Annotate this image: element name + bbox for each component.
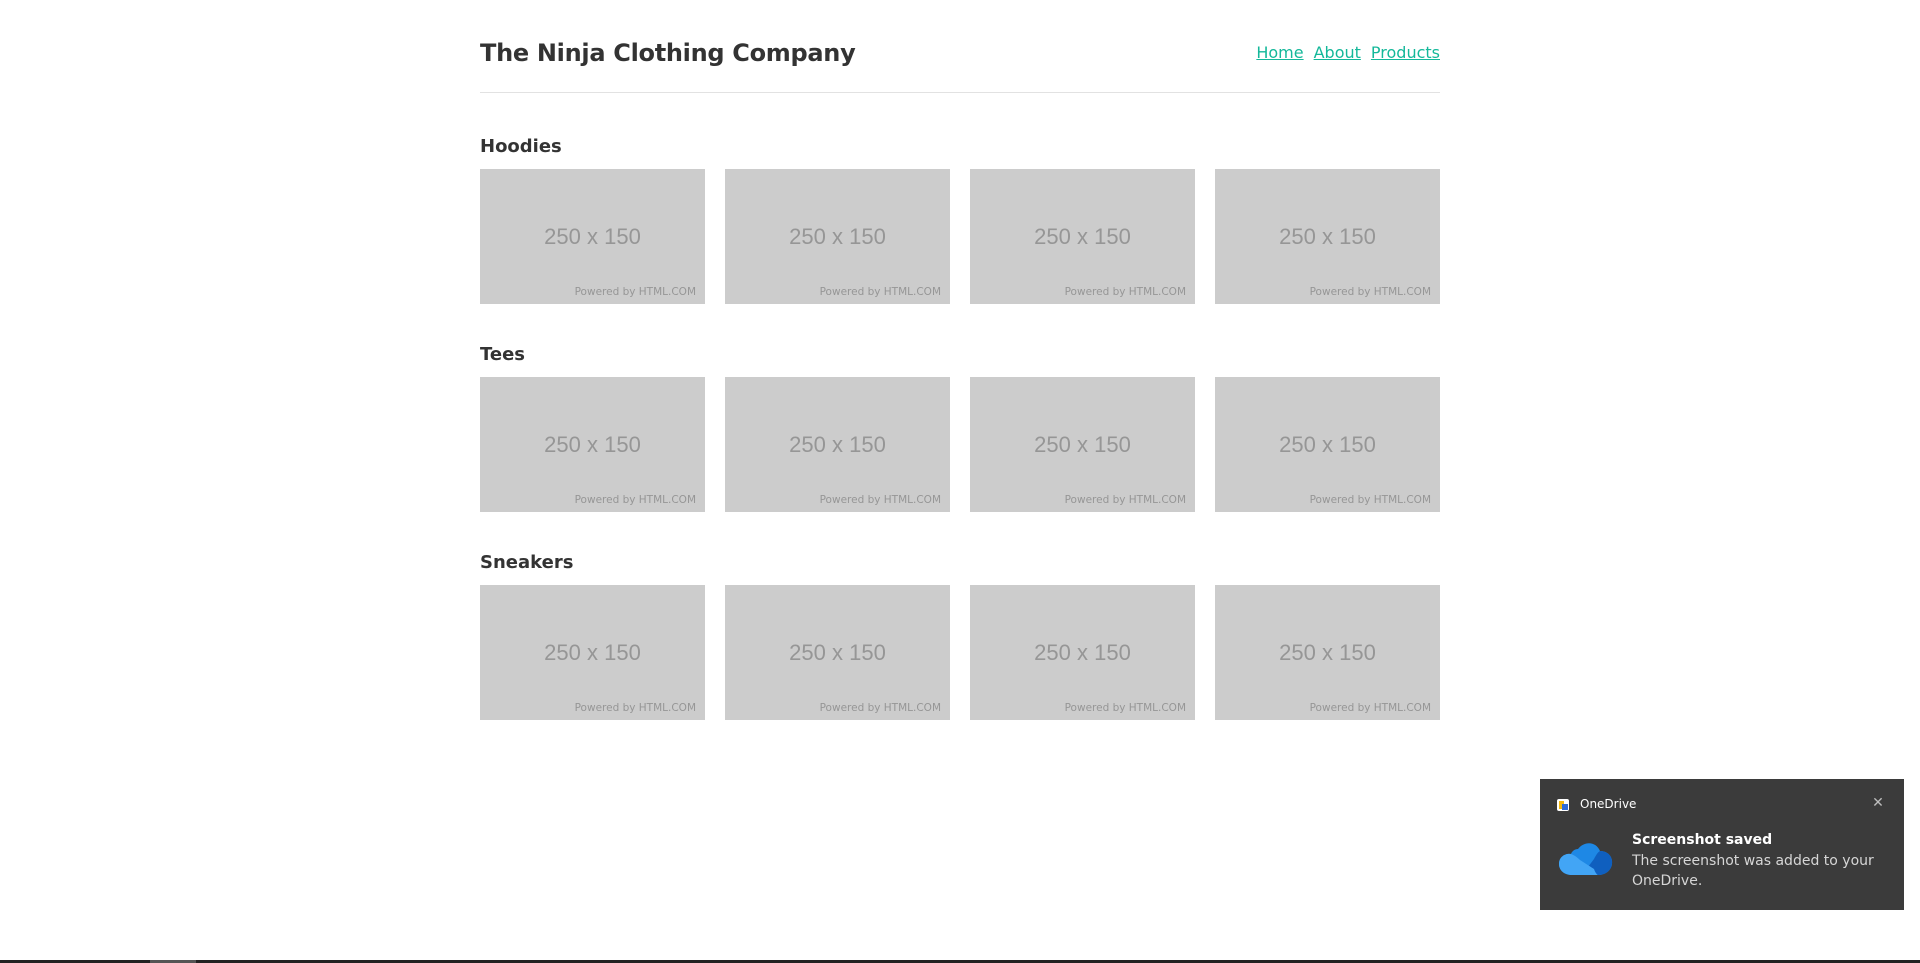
placeholder-size-text: 250 x 150: [1034, 432, 1131, 457]
placeholder-powered-text: Powered by HTML.COM: [574, 286, 696, 298]
product-placeholder-image[interactable]: 250 x 150 Powered by HTML.COM: [1215, 377, 1440, 512]
product-placeholder-image[interactable]: 250 x 150 Powered by HTML.COM: [1215, 169, 1440, 304]
product-grid: 250 x 150 Powered by HTML.COM 250 x 150 …: [480, 585, 1440, 720]
nav-link-about[interactable]: About: [1314, 42, 1361, 64]
page: The Ninja Clothing Company Home About Pr…: [0, 0, 1920, 963]
section-hoodies: Hoodies 250 x 150 Powered by HTML.COM 25…: [480, 135, 1440, 304]
onedrive-toast-notification[interactable]: OneDrive ✕ Screenshot saved The screensh…: [1540, 779, 1904, 910]
product-grid: 250 x 150 Powered by HTML.COM 250 x 150 …: [480, 377, 1440, 512]
main-container: The Ninja Clothing Company Home About Pr…: [480, 0, 1440, 720]
placeholder-size-text: 250 x 150: [1034, 640, 1131, 665]
product-placeholder-image[interactable]: 250 x 150 Powered by HTML.COM: [1215, 585, 1440, 720]
section-tees: Tees 250 x 150 Powered by HTML.COM 250 x…: [480, 343, 1440, 512]
placeholder-powered-text: Powered by HTML.COM: [574, 702, 696, 714]
placeholder-powered-text: Powered by HTML.COM: [1309, 702, 1431, 714]
section-title: Tees: [480, 344, 526, 365]
product-placeholder-image[interactable]: 250 x 150 Powered by HTML.COM: [480, 585, 705, 720]
site-header: The Ninja Clothing Company Home About Pr…: [480, 0, 1440, 93]
placeholder-powered-text: Powered by HTML.COM: [819, 286, 941, 298]
placeholder-powered-text: Powered by HTML.COM: [1064, 286, 1186, 298]
placeholder-size-text: 250 x 150: [1279, 432, 1376, 457]
product-placeholder-image[interactable]: 250 x 150 Powered by HTML.COM: [480, 169, 705, 304]
section-sneakers: Sneakers 250 x 150 Powered by HTML.COM 2…: [480, 551, 1440, 720]
section-title: Sneakers: [480, 552, 574, 573]
placeholder-size-text: 250 x 150: [544, 640, 641, 665]
product-placeholder-image[interactable]: 250 x 150 Powered by HTML.COM: [725, 585, 950, 720]
product-placeholder-image[interactable]: 250 x 150 Powered by HTML.COM: [480, 377, 705, 512]
main-nav: Home About Products: [1256, 42, 1440, 64]
placeholder-powered-text: Powered by HTML.COM: [1309, 494, 1431, 506]
placeholder-size-text: 250 x 150: [544, 224, 641, 249]
placeholder-size-text: 250 x 150: [789, 224, 886, 249]
placeholder-powered-text: Powered by HTML.COM: [1309, 286, 1431, 298]
toast-body: The screenshot was added to your OneDriv…: [1632, 853, 1874, 889]
placeholder-size-text: 250 x 150: [544, 432, 641, 457]
product-placeholder-image[interactable]: 250 x 150 Powered by HTML.COM: [970, 169, 1195, 304]
placeholder-size-text: 250 x 150: [1034, 224, 1131, 249]
toast-heading: Screenshot saved: [1632, 832, 1773, 848]
onedrive-app-icon: [1557, 799, 1569, 811]
section-title: Hoodies: [480, 136, 562, 157]
nav-link-products[interactable]: Products: [1371, 42, 1440, 64]
placeholder-size-text: 250 x 150: [789, 640, 886, 665]
placeholder-size-text: 250 x 150: [1279, 224, 1376, 249]
close-icon[interactable]: ✕: [1866, 791, 1890, 815]
onedrive-cloud-icon: [1559, 843, 1613, 875]
product-placeholder-image[interactable]: 250 x 150 Powered by HTML.COM: [970, 585, 1195, 720]
placeholder-powered-text: Powered by HTML.COM: [1064, 702, 1186, 714]
placeholder-size-text: 250 x 150: [789, 432, 886, 457]
product-placeholder-image[interactable]: 250 x 150 Powered by HTML.COM: [970, 377, 1195, 512]
placeholder-powered-text: Powered by HTML.COM: [819, 702, 941, 714]
placeholder-powered-text: Powered by HTML.COM: [819, 494, 941, 506]
toast-app-name: OneDrive: [1580, 797, 1637, 811]
nav-link-home[interactable]: Home: [1256, 42, 1303, 64]
placeholder-powered-text: Powered by HTML.COM: [574, 494, 696, 506]
placeholder-size-text: 250 x 150: [1279, 640, 1376, 665]
product-placeholder-image[interactable]: 250 x 150 Powered by HTML.COM: [725, 377, 950, 512]
product-grid: 250 x 150 Powered by HTML.COM 250 x 150 …: [480, 169, 1440, 304]
site-title: The Ninja Clothing Company: [480, 39, 856, 67]
placeholder-powered-text: Powered by HTML.COM: [1064, 494, 1186, 506]
product-placeholder-image[interactable]: 250 x 150 Powered by HTML.COM: [725, 169, 950, 304]
